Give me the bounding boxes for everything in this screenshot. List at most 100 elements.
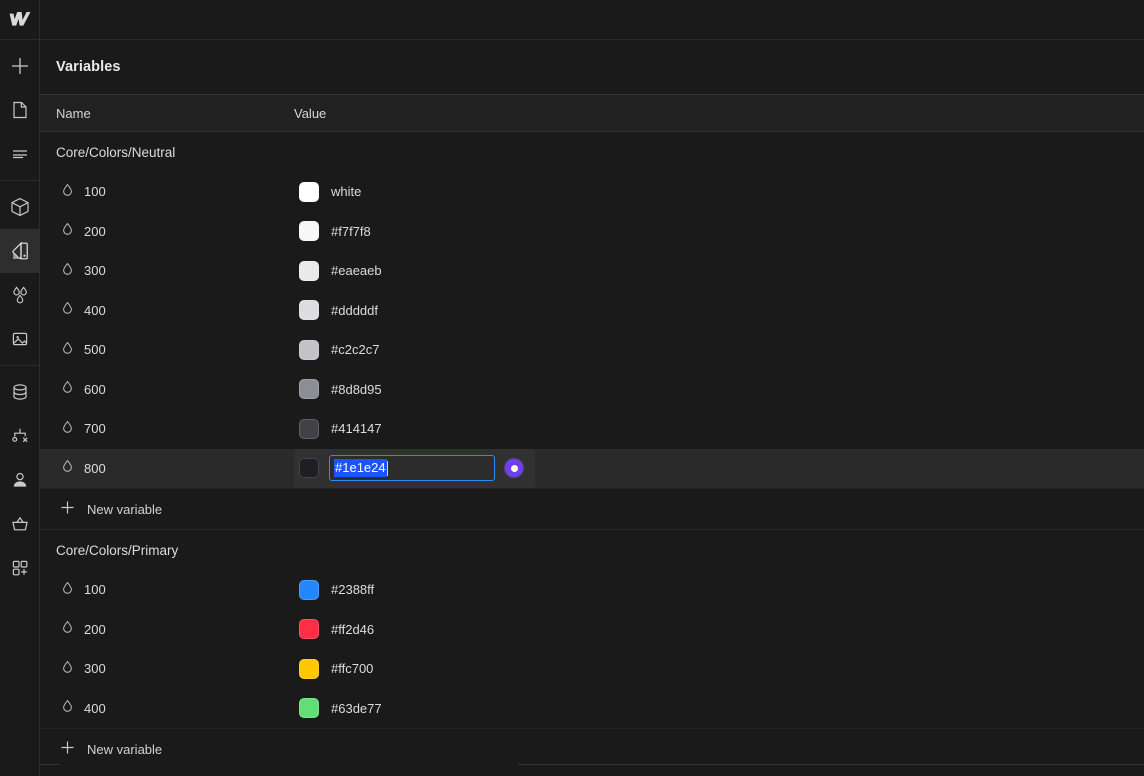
variable-value-cell[interactable]: #eaeaeb xyxy=(294,260,1144,281)
variable-name-cell: 100 xyxy=(40,581,294,599)
hex-value-input[interactable]: #1e1e24 xyxy=(329,455,495,482)
rail-item-apps[interactable] xyxy=(0,546,40,590)
variable-name-cell: 800 xyxy=(40,459,294,477)
text-caret xyxy=(386,460,388,476)
rail-item-logic[interactable] xyxy=(0,414,40,458)
variable-value-cell[interactable]: #f7f7f8 xyxy=(294,221,1144,242)
rail-item-add-element[interactable] xyxy=(0,44,40,88)
table-row[interactable]: 600 #8d8d95 xyxy=(40,370,1144,410)
color-swatch[interactable] xyxy=(299,418,319,439)
variable-value-label: #2388ff xyxy=(331,582,375,598)
variables-scroll-area[interactable]: Core/Colors/Neutral 100 white 200 #f7f7f8 300… xyxy=(40,132,1144,776)
variable-value-cell[interactable]: white xyxy=(294,181,1144,202)
webflow-logo[interactable] xyxy=(0,0,40,40)
variable-value-label: #dddddf xyxy=(331,302,378,318)
table-row[interactable]: 200 #f7f7f8 xyxy=(40,212,1144,252)
value-swatch-group: #2388ff xyxy=(294,579,375,600)
rail-item-users[interactable] xyxy=(0,458,40,502)
variable-value-cell[interactable]: #1e1e24 xyxy=(294,448,1144,488)
table-row[interactable]: 300 #eaeaeb xyxy=(40,251,1144,291)
variable-value-cell[interactable]: #8d8d95 xyxy=(294,379,1144,400)
variable-name-label: 200 xyxy=(84,621,106,637)
variable-group-title: Core/Colors/Primary xyxy=(56,542,179,558)
droplet-icon xyxy=(61,581,74,599)
color-swatch[interactable] xyxy=(299,300,319,321)
variable-value-cell[interactable]: #dddddf xyxy=(294,300,1144,321)
variable-name-label: 500 xyxy=(84,342,106,358)
selected-text: #1e1e24 xyxy=(334,459,387,478)
color-swatch[interactable] xyxy=(299,221,319,242)
user-icon xyxy=(9,469,31,491)
value-swatch-group: #f7f7f8 xyxy=(294,221,371,242)
variable-name-label: 300 xyxy=(84,661,106,677)
variable-value-label: #f7f7f8 xyxy=(331,223,371,239)
droplet-icon xyxy=(61,459,74,477)
variable-name-label: 800 xyxy=(84,460,106,476)
variable-value-cell[interactable]: #63de77 xyxy=(294,698,1144,719)
rail-item-cms[interactable] xyxy=(0,370,40,414)
separator-right xyxy=(518,764,1144,765)
color-swatch[interactable] xyxy=(299,339,319,360)
variable-mode-dot-icon[interactable] xyxy=(505,459,523,478)
droplet-icon xyxy=(61,699,74,717)
value-swatch-group: #ff2d46 xyxy=(294,619,374,640)
table-row[interactable]: 800 #1e1e24 xyxy=(40,448,1144,488)
variable-name-cell: 400 xyxy=(40,699,294,717)
rail-group-design xyxy=(0,180,40,365)
variable-value-cell[interactable]: #ff2d46 xyxy=(294,619,1144,640)
table-row[interactable]: 100 #2388ff xyxy=(40,570,1144,610)
variable-value-label: #8d8d95 xyxy=(331,381,382,397)
droplet-icon xyxy=(61,620,74,638)
color-swatch[interactable] xyxy=(299,458,319,479)
rail-item-assets-colors[interactable] xyxy=(0,273,40,317)
variable-group-title: Core/Colors/Neutral xyxy=(56,144,176,160)
rail-item-ecommerce[interactable] xyxy=(0,502,40,546)
rail-item-style-variables[interactable] xyxy=(0,229,40,273)
table-row[interactable]: 400 #dddddf xyxy=(40,291,1144,331)
variable-name-cell: 600 xyxy=(40,380,294,398)
table-row[interactable]: 400 #63de77 xyxy=(40,689,1144,729)
variable-value-cell[interactable]: #2388ff xyxy=(294,579,1144,600)
variable-name-label: 600 xyxy=(84,381,106,397)
table-row[interactable]: 100 white xyxy=(40,172,1144,212)
rail-item-navigator[interactable] xyxy=(0,132,40,176)
color-swatch[interactable] xyxy=(299,698,319,719)
variable-name-label: 300 xyxy=(84,263,106,279)
variable-value-cell[interactable]: #414147 xyxy=(294,418,1144,439)
value-swatch-group: #63de77 xyxy=(294,698,382,719)
variable-name-cell: 300 xyxy=(40,262,294,280)
rail-item-pages[interactable] xyxy=(0,88,40,132)
bottom-separators xyxy=(40,756,1144,776)
color-swatch[interactable] xyxy=(299,379,319,400)
variable-value-cell[interactable]: #ffc700 xyxy=(294,658,1144,679)
table-row[interactable]: 200 #ff2d46 xyxy=(40,610,1144,650)
color-swatch[interactable] xyxy=(299,619,319,640)
rail-item-assets[interactable] xyxy=(0,317,40,361)
variable-name-cell: 200 xyxy=(40,620,294,638)
color-swatch[interactable] xyxy=(299,658,319,679)
variable-value-label: #eaeaeb xyxy=(331,263,382,279)
color-swatch[interactable] xyxy=(299,260,319,281)
column-header-name: Name xyxy=(56,105,91,121)
value-swatch-group: #c2c2c7 xyxy=(294,339,379,360)
variable-name-label: 400 xyxy=(84,700,106,716)
variable-name-label: 700 xyxy=(84,421,106,437)
plus-icon xyxy=(60,500,75,518)
main-panel: Variables Name Value Core/Colors/Neutral… xyxy=(40,0,1144,776)
new-variable-button[interactable]: New variable xyxy=(40,488,1144,529)
droplet-icon xyxy=(61,222,74,240)
variable-name-label: 100 xyxy=(84,582,106,598)
rail-item-components[interactable] xyxy=(0,185,40,229)
variable-value-cell[interactable]: #c2c2c7 xyxy=(294,339,1144,360)
color-swatch[interactable] xyxy=(299,579,319,600)
plus-icon xyxy=(10,56,30,76)
color-swatch[interactable] xyxy=(299,181,319,202)
swatch-icon xyxy=(9,240,31,262)
variable-name-cell: 700 xyxy=(40,420,294,438)
table-row[interactable]: 500 #c2c2c7 xyxy=(40,330,1144,370)
value-swatch-group: #414147 xyxy=(294,418,382,439)
table-row[interactable]: 700 #414147 xyxy=(40,409,1144,449)
variable-value-label: #414147 xyxy=(331,421,382,437)
apps-plus-icon xyxy=(9,557,31,579)
table-row[interactable]: 300 #ffc700 xyxy=(40,649,1144,689)
